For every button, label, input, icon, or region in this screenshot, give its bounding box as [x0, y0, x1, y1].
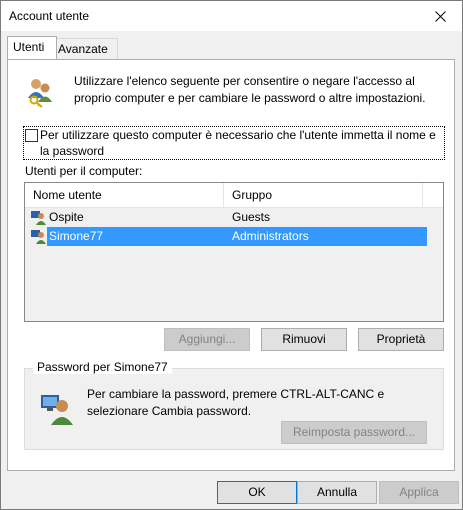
require-login-checkbox[interactable]	[25, 129, 38, 142]
user-password-icon	[41, 395, 73, 425]
user-group-cell: Guests	[232, 210, 271, 224]
users-list-body: Ospite Guests Simone77 Administrators	[25, 208, 443, 246]
account-utente-dialog: Account utente Utenti Avanzate Utilizzar…	[0, 0, 463, 510]
password-groupbox: Per cambiare la password, premere CTRL-A…	[24, 360, 444, 450]
users-keys-icon	[28, 79, 52, 108]
properties-button[interactable]: Proprietà	[358, 328, 444, 351]
tab-avanzate[interactable]: Avanzate	[52, 38, 118, 59]
require-login-option[interactable]: Per utilizzare questo computer è necessa…	[23, 126, 445, 160]
user-icon	[31, 230, 46, 244]
users-list[interactable]: Nome utente Gruppo Ospite Guests Simone7…	[24, 182, 444, 322]
tab-utenti[interactable]: Utenti	[7, 36, 57, 59]
table-row[interactable]: Simone77 Administrators	[25, 227, 443, 246]
ok-button[interactable]: OK	[217, 481, 297, 504]
user-group-cell: Administrators	[224, 227, 427, 246]
password-instructions: Per cambiare la password, premere CTRL-A…	[87, 387, 385, 418]
window-title: Account utente	[9, 9, 90, 23]
users-tab-panel: Utilizzare l'elenco seguente per consent…	[7, 59, 455, 471]
remove-user-button[interactable]: Rimuovi	[261, 328, 347, 351]
user-name-cell: Simone77	[47, 227, 226, 246]
column-header-gruppo[interactable]: Gruppo	[224, 183, 423, 207]
table-row[interactable]: Ospite Guests	[25, 208, 443, 227]
users-list-header: Nome utente Gruppo	[25, 183, 443, 208]
apply-button[interactable]: Applica	[379, 481, 459, 504]
require-login-label[interactable]: Per utilizzare questo computer è necessa…	[40, 127, 440, 159]
users-list-label: Utenti per il computer:	[25, 164, 143, 178]
user-name-cell: Ospite	[49, 210, 84, 224]
intro-description: Utilizzare l'elenco seguente per consent…	[74, 74, 426, 105]
close-button[interactable]	[418, 1, 462, 31]
password-group-title: Password per Simone77	[33, 360, 172, 374]
column-header-nome-utente[interactable]: Nome utente	[25, 183, 224, 207]
title-bar: Account utente	[1, 1, 462, 31]
user-icon	[31, 211, 46, 225]
reset-password-button[interactable]: Reimposta password...	[281, 421, 427, 444]
add-user-button[interactable]: Aggiungi...	[164, 328, 250, 351]
cancel-button[interactable]: Annulla	[297, 481, 377, 504]
close-icon	[434, 10, 446, 22]
